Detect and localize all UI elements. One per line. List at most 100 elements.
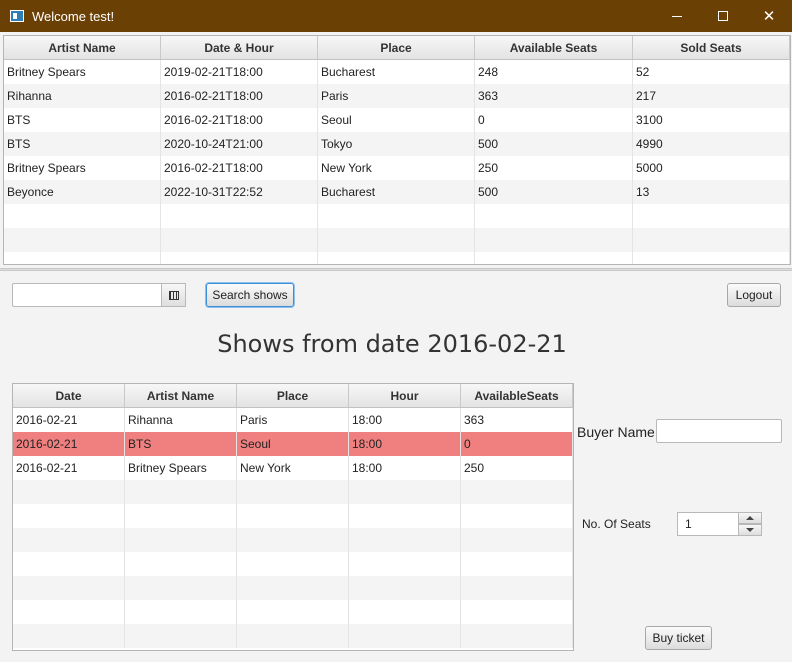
table-cell [349, 600, 461, 624]
column-header-available-seats[interactable]: AvailableSeats [461, 384, 573, 407]
column-header-date-hour[interactable]: Date & Hour [161, 36, 318, 59]
split-divider[interactable] [0, 268, 792, 271]
table-cell: 5000 [633, 156, 790, 180]
empty-table-row[interactable] [13, 600, 573, 624]
table-cell [13, 504, 125, 528]
column-header-place[interactable]: Place [237, 384, 349, 407]
table-cell: BTS [4, 132, 161, 156]
table-row[interactable]: 2016-02-21 Rihanna Paris 18:00 363 [13, 408, 573, 432]
search-shows-button[interactable]: Search shows [206, 283, 294, 307]
table-row[interactable]: Rihanna 2016-02-21T18:00 Paris 363 217 [4, 84, 790, 108]
buy-ticket-button[interactable]: Buy ticket [645, 626, 712, 650]
table-cell: 363 [461, 408, 573, 432]
column-header-place[interactable]: Place [318, 36, 475, 59]
table-cell: 217 [633, 84, 790, 108]
table-cell [475, 252, 633, 264]
table-row[interactable]: BTS 2020-10-24T21:00 Tokyo 500 4990 [4, 132, 790, 156]
table-cell [461, 552, 573, 576]
table-cell [4, 252, 161, 264]
filtered-shows-table[interactable]: Date Artist Name Place Hour AvailableSea… [12, 383, 574, 651]
table-cell [237, 600, 349, 624]
buyer-name-input[interactable] [656, 419, 782, 443]
table-cell: 250 [475, 156, 633, 180]
table-cell [13, 528, 125, 552]
table-cell: 2016-02-21 [13, 432, 125, 456]
table-cell [13, 624, 125, 648]
table-row[interactable]: Britney Spears 2019-02-21T18:00 Bucharest 2… [4, 60, 790, 84]
table-cell: Seoul [237, 432, 349, 456]
empty-table-row[interactable] [4, 204, 790, 228]
empty-table-row[interactable] [4, 252, 790, 264]
spinner-increment-button[interactable] [738, 512, 762, 524]
table-cell: 0 [475, 108, 633, 132]
spinner-decrement-button[interactable] [738, 524, 762, 536]
table-cell [161, 252, 318, 264]
table-cell: 52 [633, 60, 790, 84]
empty-table-row[interactable] [4, 228, 790, 252]
table-cell: Britney Spears [125, 456, 237, 480]
table-cell: 2020-10-24T21:00 [161, 132, 318, 156]
table-cell: 2016-02-21T18:00 [161, 84, 318, 108]
calendar-icon [168, 290, 179, 300]
empty-table-row[interactable] [13, 504, 573, 528]
seats-label: No. Of Seats [582, 517, 651, 531]
empty-table-row[interactable] [13, 528, 573, 552]
column-header-sold-seats[interactable]: Sold Seats [633, 36, 790, 59]
column-header-hour[interactable]: Hour [349, 384, 461, 407]
table-row[interactable]: 2016-02-21 BTS Seoul 18:00 0 [13, 432, 573, 456]
empty-table-row[interactable] [13, 576, 573, 600]
column-header-available-seats[interactable]: Available Seats [475, 36, 633, 59]
logout-button[interactable]: Logout [727, 283, 781, 307]
shows-table[interactable]: Artist Name Date & Hour Place Available … [3, 35, 791, 265]
table-cell [125, 504, 237, 528]
date-picker-input[interactable] [12, 283, 162, 307]
table-cell [125, 624, 237, 648]
table-cell: 2019-02-21T18:00 [161, 60, 318, 84]
table-cell: Paris [318, 84, 475, 108]
column-header-artist-name[interactable]: Artist Name [4, 36, 161, 59]
table-cell: Britney Spears [4, 156, 161, 180]
table-row[interactable]: Britney Spears 2016-02-21T18:00 New York 25… [4, 156, 790, 180]
app-icon [10, 10, 24, 22]
arrow-down-icon [746, 528, 754, 532]
buyer-name-label: Buyer Name [577, 424, 655, 440]
table-cell [13, 480, 125, 504]
table-cell [13, 552, 125, 576]
empty-table-row[interactable] [13, 552, 573, 576]
close-button[interactable]: ✕ [746, 0, 792, 32]
table-cell [13, 576, 125, 600]
table-cell: 500 [475, 180, 633, 204]
empty-table-row[interactable] [13, 480, 573, 504]
column-header-date[interactable]: Date [13, 384, 125, 407]
table-cell: New York [237, 456, 349, 480]
table-cell [161, 204, 318, 228]
table-cell [318, 228, 475, 252]
table-cell [4, 204, 161, 228]
table-cell [349, 624, 461, 648]
minimize-icon [672, 15, 682, 17]
table-cell [349, 528, 461, 552]
empty-table-row[interactable] [13, 624, 573, 648]
column-header-artist-name[interactable]: Artist Name [125, 384, 237, 407]
table-cell [461, 576, 573, 600]
minimize-button[interactable] [654, 0, 700, 32]
table-cell [161, 228, 318, 252]
table-row[interactable]: BTS 2016-02-21T18:00 Seoul 0 3100 [4, 108, 790, 132]
table-cell [237, 576, 349, 600]
table-cell [633, 252, 790, 264]
seats-spinner-input[interactable]: 1 [677, 512, 739, 536]
table-cell: Bucharest [318, 180, 475, 204]
table-cell: 248 [475, 60, 633, 84]
date-picker-button[interactable] [161, 283, 186, 307]
table-cell: 2016-02-21T18:00 [161, 156, 318, 180]
table-row[interactable]: 2016-02-21 Britney Spears New York 18:00 250 [13, 456, 573, 480]
table-cell [237, 504, 349, 528]
table-cell [633, 204, 790, 228]
table-row[interactable]: Beyonce 2022-10-31T22:52 Bucharest 500 13 [4, 180, 790, 204]
table-cell [237, 552, 349, 576]
table-cell [349, 552, 461, 576]
page-title: Shows from date 2016-02-21 [217, 330, 567, 358]
arrow-up-icon [746, 516, 754, 520]
maximize-button[interactable] [700, 0, 746, 32]
table-cell: 4990 [633, 132, 790, 156]
